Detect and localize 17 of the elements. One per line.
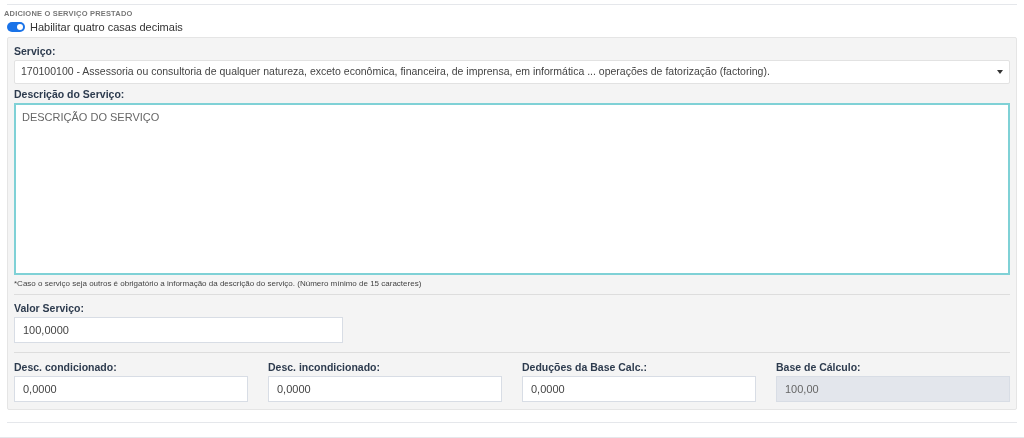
service-select[interactable]: 170100100 - Assessoria ou consultoria de qualquer natureza, exceto econômica, financeira, de imprensa, em informática ... operações de fatorização (factoring).: [14, 60, 1010, 84]
toggle-switch[interactable]: [7, 22, 25, 32]
field-label: Base de Cálculo:: [776, 360, 862, 374]
toggle-label: Habilitar quatro casas decimais: [30, 19, 183, 35]
input-field[interactable]: 100,0000: [14, 317, 343, 343]
field-label: Deduções da Base Calc.:: [522, 360, 648, 374]
field-label: Desc. incondicionado:: [268, 360, 381, 374]
field-label: Descrição do Serviço:: [14, 87, 126, 101]
description-textarea[interactable]: DESCRIÇÃO DO SERVIÇO: [14, 103, 1010, 275]
field-label: Valor Serviço:: [14, 301, 86, 315]
caret-icon: [997, 70, 1003, 74]
input-field[interactable]: 0,0000: [268, 376, 502, 402]
input-field[interactable]: 0,0000: [522, 376, 756, 402]
input-field[interactable]: 0,0000: [14, 376, 248, 402]
help-note: *Caso o serviço seja outros é obrigatório a informação da descrição do serviço. (Número mínimo de 15 caracteres): [14, 278, 423, 290]
field-label: Serviço:: [14, 44, 57, 58]
field-label: Desc. condicionado:: [14, 360, 118, 374]
